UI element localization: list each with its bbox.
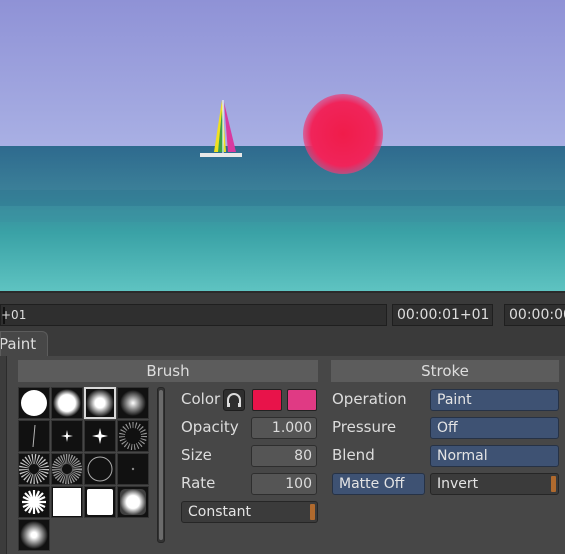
color-picker-button[interactable] xyxy=(223,389,245,411)
tab-paint[interactable]: Paint xyxy=(0,331,48,357)
sparkle-small-icon xyxy=(61,430,73,442)
rate-field[interactable]: 100 xyxy=(251,473,317,495)
brush-preset-square-hard[interactable] xyxy=(51,486,83,518)
timeline-scrubber[interactable]: +01 xyxy=(0,304,387,326)
blend-dropdown[interactable]: Normal xyxy=(430,445,559,467)
brush-preset-streak[interactable] xyxy=(18,420,50,452)
grain-brush-icon xyxy=(52,454,82,484)
brush-preset-ring[interactable] xyxy=(84,453,116,485)
brush-preset-starburst[interactable] xyxy=(18,486,50,518)
toggle-indicator-icon xyxy=(551,476,556,492)
brush-preset-sparkle[interactable] xyxy=(84,420,116,452)
tab-row: Paint xyxy=(0,331,565,357)
square-airbrush-icon xyxy=(20,521,48,549)
brush-preset-tiny[interactable] xyxy=(117,453,149,485)
brush-preset-hard-round[interactable] xyxy=(18,387,50,419)
brush-section-header: Brush xyxy=(18,360,318,382)
hard-round-brush-icon xyxy=(21,390,47,416)
color-label: Color xyxy=(181,390,221,408)
square-hard-brush-icon xyxy=(53,488,81,516)
feather-brush-icon xyxy=(86,389,114,417)
invert-button[interactable]: Invert xyxy=(430,473,559,495)
starburst-brush-icon xyxy=(22,490,46,514)
time-bar: +01 00:00:01+01 00:00:00 xyxy=(0,291,565,333)
scrollbar-thumb[interactable] xyxy=(159,390,163,540)
stroke-section-header: Stroke xyxy=(331,360,559,382)
panel-left-edge xyxy=(0,356,7,554)
paint-panel: Brush Stroke Color Opacity 1.000 Size 80… xyxy=(0,356,565,554)
viewer-image xyxy=(0,0,565,291)
size-label: Size xyxy=(181,446,212,464)
eyedropper-icon xyxy=(227,393,241,407)
brush-preset-soft-round[interactable] xyxy=(51,387,83,419)
secondary-color-swatch[interactable] xyxy=(287,389,317,411)
pressure-label: Pressure xyxy=(332,418,397,436)
invert-label: Invert xyxy=(437,476,479,492)
size-field[interactable]: 80 xyxy=(251,445,317,467)
operation-dropdown[interactable]: Paint xyxy=(430,389,559,411)
matte-off-button[interactable]: Matte Off xyxy=(332,473,425,495)
square-feather-brush-icon xyxy=(120,489,146,515)
brush-preset-square-airbrush[interactable] xyxy=(18,519,50,551)
square-soft-brush-icon xyxy=(87,489,113,515)
soft-round-brush-icon xyxy=(53,389,81,417)
opacity-field[interactable]: 1.000 xyxy=(251,417,317,439)
end-timecode-field[interactable]: 00:00:00 xyxy=(504,304,565,326)
paint-stroke-dot xyxy=(303,94,383,174)
operation-label: Operation xyxy=(332,390,407,408)
speckle-brush-icon xyxy=(119,422,147,450)
brush-preset-square-feather[interactable] xyxy=(117,486,149,518)
noise-brush-icon xyxy=(19,454,49,484)
streak-brush-icon xyxy=(32,424,36,448)
brush-preset-square-soft[interactable] xyxy=(84,486,116,518)
brush-preset-feather-selected[interactable] xyxy=(84,387,116,419)
airbrush-icon xyxy=(120,390,146,416)
brush-grid-scrollbar[interactable] xyxy=(157,387,165,543)
current-timecode-field[interactable]: 00:00:01+01 xyxy=(392,304,493,326)
brush-preset-airbrush[interactable] xyxy=(117,387,149,419)
opacity-label: Opacity xyxy=(181,418,239,436)
ring-brush-icon xyxy=(87,456,113,482)
brush-mode-value: Constant xyxy=(188,504,251,520)
brush-preset-grid xyxy=(18,387,152,552)
blend-label: Blend xyxy=(332,446,375,464)
rate-label: Rate xyxy=(181,474,216,492)
brush-mode-dropdown[interactable]: Constant xyxy=(181,501,318,523)
brush-preset-sparkle-small[interactable] xyxy=(51,420,83,452)
tiny-brush-icon xyxy=(131,467,135,471)
brush-preset-noise[interactable] xyxy=(18,453,50,485)
brush-preset-grain[interactable] xyxy=(51,453,83,485)
timeline-label: +01 xyxy=(1,308,27,322)
pressure-dropdown[interactable]: Off xyxy=(430,417,559,439)
dropdown-indicator-icon xyxy=(310,504,315,520)
paint-viewer[interactable] xyxy=(0,0,565,291)
brush-preset-speckle[interactable] xyxy=(117,420,149,452)
sparkle-icon xyxy=(92,428,108,444)
primary-color-swatch[interactable] xyxy=(252,389,282,411)
